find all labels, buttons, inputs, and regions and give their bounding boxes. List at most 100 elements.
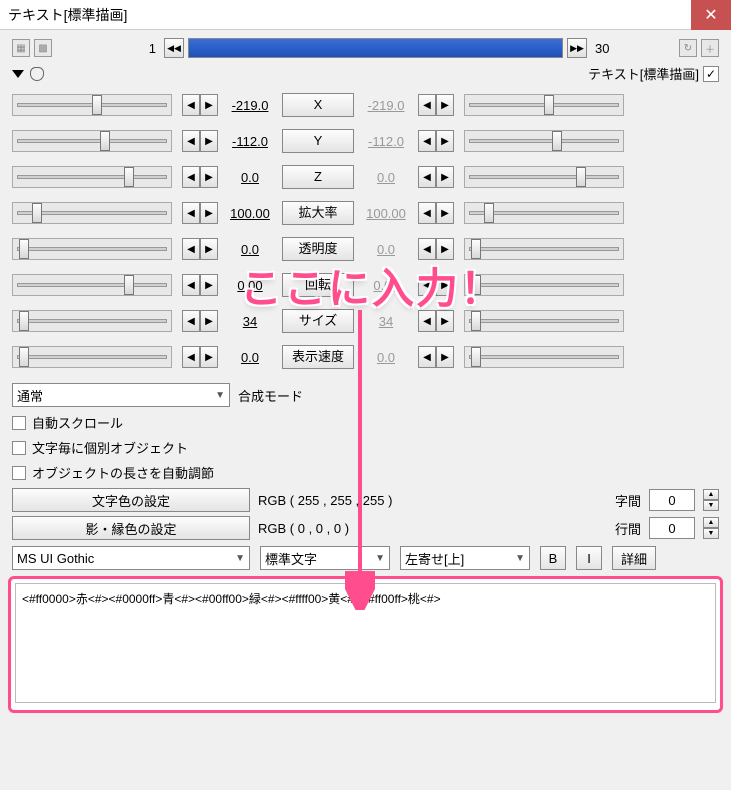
add-icon[interactable]: ＋ [701,39,719,57]
value-right[interactable]: 100.00 [356,206,416,221]
slider-left[interactable] [12,202,172,224]
value-right[interactable]: 0.00 [356,278,416,293]
rewind-button[interactable]: ◀◀ [164,38,184,58]
inc-right[interactable]: ▶ [436,202,454,224]
param-label-button[interactable]: X [282,93,354,117]
slider-right[interactable] [464,274,624,296]
value-right[interactable]: 0.0 [356,242,416,257]
inc-left[interactable]: ▶ [200,238,218,260]
dec-left[interactable]: ◀ [182,94,200,116]
text-input[interactable] [15,583,716,703]
dec-left[interactable]: ◀ [182,130,200,152]
dec-right[interactable]: ◀ [418,166,436,188]
slider-left[interactable] [12,310,172,332]
slider-left[interactable] [12,346,172,368]
dec-left[interactable]: ◀ [182,238,200,260]
dec-left[interactable]: ◀ [182,166,200,188]
auto-length-checkbox[interactable] [12,466,26,480]
inc-right[interactable]: ▶ [436,274,454,296]
slider-left[interactable] [12,94,172,116]
line-spacing-spinner[interactable]: ▲▼ [703,517,719,539]
inc-left[interactable]: ▶ [200,346,218,368]
dec-left[interactable]: ◀ [182,310,200,332]
value-left[interactable]: 34 [220,314,280,329]
param-label-button[interactable]: 回転 [282,273,354,297]
inc-right[interactable]: ▶ [436,94,454,116]
chevron-down-icon: ▼ [235,553,245,564]
slider-left[interactable] [12,166,172,188]
dec-left[interactable]: ◀ [182,346,200,368]
dec-right[interactable]: ◀ [418,202,436,224]
dec-left[interactable]: ◀ [182,274,200,296]
text-color-button[interactable]: 文字色の設定 [12,488,250,512]
char-spacing-spinner[interactable]: ▲▼ [703,489,719,511]
value-left[interactable]: 100.00 [220,206,280,221]
char-spacing-input[interactable]: 0 [649,489,695,511]
value-left[interactable]: -219.0 [220,98,280,113]
inc-right[interactable]: ▶ [436,130,454,152]
align-select[interactable]: 左寄せ[上] ▼ [400,546,530,570]
section-enable-checkbox[interactable] [703,66,719,82]
value-left[interactable]: 0.00 [220,278,280,293]
inc-left[interactable]: ▶ [200,274,218,296]
value-right[interactable]: -219.0 [356,98,416,113]
collapse-icon[interactable] [12,70,24,78]
camera-icon[interactable]: ▦ [12,39,30,57]
slider-right[interactable] [464,346,624,368]
auto-scroll-checkbox[interactable] [12,416,26,430]
inc-right[interactable]: ▶ [436,166,454,188]
inc-left[interactable]: ▶ [200,130,218,152]
per-char-checkbox[interactable] [12,441,26,455]
dec-right[interactable]: ◀ [418,346,436,368]
forward-button[interactable]: ▶▶ [567,38,587,58]
refresh-icon[interactable]: ↻ [679,39,697,57]
dec-right[interactable]: ◀ [418,238,436,260]
slider-right[interactable] [464,130,624,152]
slider-right[interactable] [464,202,624,224]
value-right[interactable]: 0.0 [356,350,416,365]
inc-right[interactable]: ▶ [436,346,454,368]
param-label-button[interactable]: 透明度 [282,237,354,261]
inc-right[interactable]: ▶ [436,310,454,332]
blend-mode-select[interactable]: 通常 ▼ [12,383,230,407]
slider-left[interactable] [12,238,172,260]
inc-left[interactable]: ▶ [200,310,218,332]
value-right[interactable]: 34 [356,314,416,329]
dec-right[interactable]: ◀ [418,130,436,152]
value-left[interactable]: 0.0 [220,242,280,257]
shadow-color-button[interactable]: 影・縁色の設定 [12,516,250,540]
slider-right[interactable] [464,238,624,260]
bold-button[interactable]: B [540,546,566,570]
inc-right[interactable]: ▶ [436,238,454,260]
value-left[interactable]: 0.0 [220,350,280,365]
value-left[interactable]: -112.0 [220,134,280,149]
inc-left[interactable]: ▶ [200,94,218,116]
value-right[interactable]: 0.0 [356,170,416,185]
detail-button[interactable]: 詳細 [612,546,656,570]
slider-left[interactable] [12,130,172,152]
slider-left[interactable] [12,274,172,296]
close-button[interactable]: ✕ [691,0,731,30]
value-left[interactable]: 0.0 [220,170,280,185]
grid-icon[interactable]: ▩ [34,39,52,57]
param-label-button[interactable]: 表示速度 [282,345,354,369]
rendering-select[interactable]: 標準文字 ▼ [260,546,390,570]
dec-left[interactable]: ◀ [182,202,200,224]
line-spacing-input[interactable]: 0 [649,517,695,539]
param-label-button[interactable]: 拡大率 [282,201,354,225]
inc-left[interactable]: ▶ [200,166,218,188]
italic-button[interactable]: I [576,546,602,570]
value-right[interactable]: -112.0 [356,134,416,149]
dec-right[interactable]: ◀ [418,274,436,296]
slider-right[interactable] [464,166,624,188]
slider-right[interactable] [464,310,624,332]
param-label-button[interactable]: Y [282,129,354,153]
param-label-button[interactable]: Z [282,165,354,189]
slider-right[interactable] [464,94,624,116]
param-label-button[interactable]: サイズ [282,309,354,333]
dec-right[interactable]: ◀ [418,310,436,332]
inc-left[interactable]: ▶ [200,202,218,224]
font-select[interactable]: MS UI Gothic ▼ [12,546,250,570]
dec-right[interactable]: ◀ [418,94,436,116]
timeline-bar[interactable] [188,38,563,58]
